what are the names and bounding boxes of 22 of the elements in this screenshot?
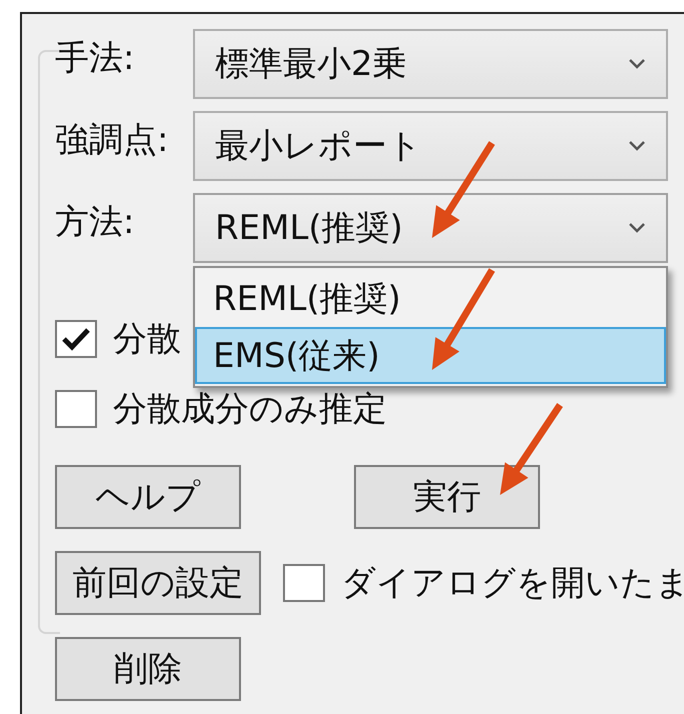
checkbox-label: 分散成分のみ推定 [113, 388, 387, 431]
checkbox-label: ダイアログを開いたま [341, 562, 684, 605]
field-label: 手法: [55, 37, 136, 80]
chevron-down-icon [628, 58, 646, 70]
checkbox[interactable] [283, 564, 325, 602]
checkbox-label: 分散 [113, 318, 181, 361]
help-button[interactable]: ヘルプ [55, 465, 241, 529]
dropdown-option[interactable]: REML(推奨) [195, 270, 666, 327]
chevron-down-icon [628, 140, 646, 152]
checkbox[interactable] [55, 320, 97, 358]
chevron-down-icon [628, 222, 646, 234]
remove-button[interactable]: 削除 [55, 637, 241, 701]
field-label: 強調点: [55, 119, 170, 162]
dropdown[interactable]: REML(推奨) [193, 193, 668, 263]
field-label: 方法: [55, 201, 136, 244]
checkmark-icon [61, 326, 91, 352]
dropdown-option[interactable]: EMS(従来) [195, 327, 666, 384]
dropdown[interactable]: 最小レポート [193, 111, 668, 181]
run-button[interactable]: 実行 [354, 465, 540, 529]
checkbox[interactable] [55, 390, 97, 428]
recall-settings-button[interactable]: 前回の設定 [55, 551, 261, 615]
dropdown[interactable]: 標準最小2乗 [193, 29, 668, 99]
